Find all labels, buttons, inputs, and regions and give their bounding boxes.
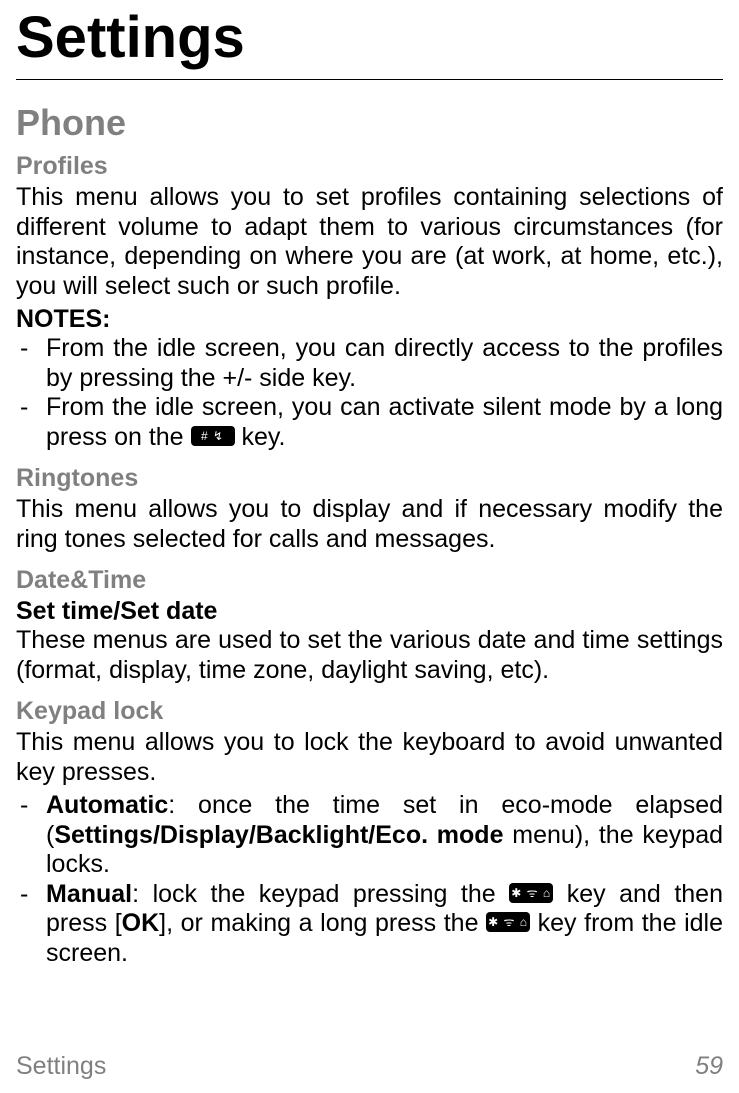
subheading-ringtones: Ringtones (16, 464, 723, 493)
divider (16, 79, 723, 80)
footer-section-label: Settings (16, 1052, 106, 1081)
page-title: Settings (16, 4, 723, 71)
subheading-keypad: Keypad lock (16, 697, 723, 726)
keypad-body: This menu allows you to lock the keyboar… (16, 728, 723, 787)
note2-pre: From the idle screen, you can activate s… (46, 393, 723, 451)
automatic-label: Automatic (46, 791, 168, 819)
auto-menu-path: Settings/Display/Backlight/Eco. mode (54, 821, 503, 849)
star-key-icon: ✱ ᯤ ⌂ (509, 883, 553, 903)
ringtones-body: This menu allows you to display and if n… (16, 495, 723, 554)
manual-pre: : lock the keypad pressing the (132, 880, 509, 908)
datetime-body: These menus are used to set the various … (16, 626, 723, 685)
subheading-datetime: Date&Time (16, 566, 723, 595)
profiles-body: This menu allows you to set profiles con… (16, 183, 723, 301)
page-footer: Settings 59 (16, 1052, 723, 1081)
profiles-notes-list: From the idle screen, you can directly a… (16, 334, 723, 452)
keypad-list: Automatic: once the time set in eco-mode… (16, 791, 723, 968)
note2-post: key. (235, 423, 286, 451)
ok-label: OK (122, 909, 160, 937)
list-item: Manual: lock the keypad pressing the ✱ ᯤ… (16, 880, 723, 969)
star-key-icon: ✱ ᯤ ⌂ (486, 912, 530, 932)
notes-label: NOTES: (16, 305, 723, 334)
section-heading-phone: Phone (16, 102, 723, 144)
hash-key-icon: # ↯ (191, 426, 235, 446)
list-item: Automatic: once the time set in eco-mode… (16, 791, 723, 880)
manual-mid2: ], or making a long press the (159, 909, 486, 937)
subheading-profiles: Profiles (16, 152, 723, 181)
list-item: From the idle screen, you can activate s… (16, 393, 723, 452)
list-item: From the idle screen, you can directly a… (16, 334, 723, 393)
datetime-subheading: Set time/Set date (16, 597, 723, 626)
manual-label: Manual (46, 880, 132, 908)
page-number: 59 (695, 1052, 723, 1081)
